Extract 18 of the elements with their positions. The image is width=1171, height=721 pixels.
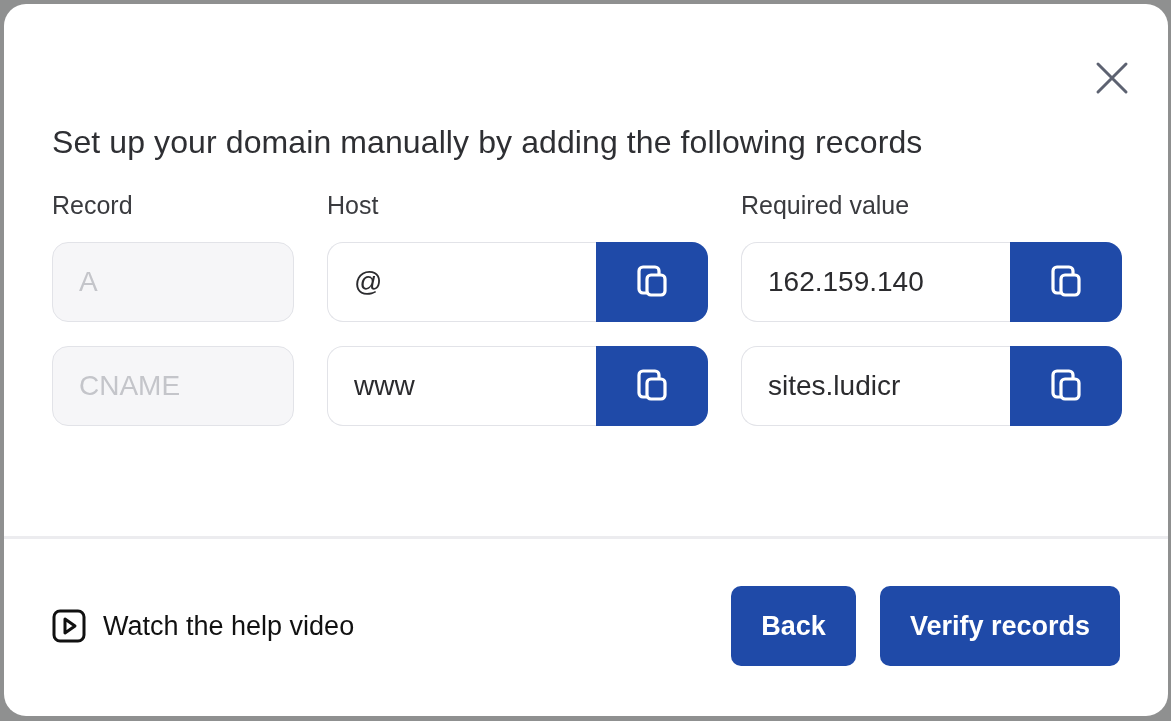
- copy-button[interactable]: [1010, 242, 1122, 322]
- copy-button[interactable]: [1010, 346, 1122, 426]
- text-field[interactable]: @: [327, 242, 596, 322]
- help-video-link[interactable]: Watch the help video: [103, 610, 355, 642]
- play-icon[interactable]: [52, 609, 86, 643]
- dialog-button[interactable]: Verify records: [879, 586, 1120, 666]
- close-icon: [1094, 60, 1130, 96]
- column-label: Host: [327, 191, 380, 220]
- column-label: Required value: [741, 191, 911, 220]
- copy-button[interactable]: [596, 242, 708, 322]
- text-field[interactable]: sites.ludicr: [741, 346, 1010, 426]
- dialog-button[interactable]: Back: [731, 586, 856, 666]
- copy-button[interactable]: [596, 346, 708, 426]
- dialog-title: Set up your domain manually by adding the following records: [52, 124, 924, 161]
- close-button[interactable]: [1094, 60, 1130, 96]
- text-field[interactable]: 162.159.140: [741, 242, 1010, 322]
- column-label: Record: [52, 191, 134, 220]
- text-field[interactable]: www: [327, 346, 596, 426]
